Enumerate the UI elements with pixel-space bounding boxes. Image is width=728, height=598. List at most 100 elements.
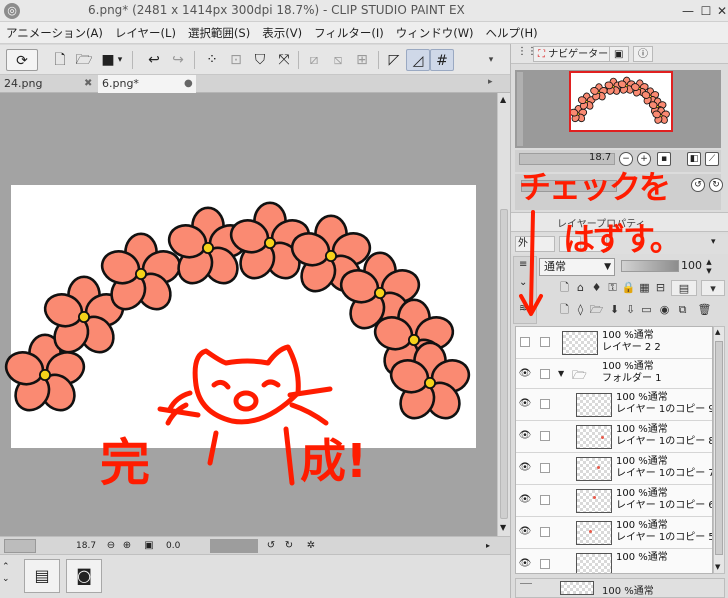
rotate-right-icon[interactable]: ↻ [709,178,723,192]
tab-info[interactable]: ⓘ [633,46,653,62]
menu-help[interactable]: ヘルプ(H) [480,25,544,41]
navigator-preview[interactable] [515,70,721,148]
scroll-down-icon[interactable]: ▼ [715,563,720,571]
canvas-vertical-scrollbar[interactable]: ▲ ▼ [497,93,510,536]
rotate-left-icon[interactable]: ↺ [264,539,278,553]
lock-alpha-icon[interactable]: ⚿ [605,280,620,296]
layer-row[interactable]: 👁 100 %通常 レイヤー 1のコピー 8 [516,421,712,453]
layer-row[interactable]: 👁 100 %通常 レイヤー 1のコピー 5 [516,517,712,549]
ruler-icon[interactable]: ◸ [382,49,406,71]
tab-close-icon[interactable]: ✖ [84,75,92,93]
menu-animation[interactable]: アニメーション(A) [0,25,109,41]
panel-menu-icon[interactable]: ▾ [711,237,716,247]
rotate-left-icon[interactable]: ↺ [691,178,705,192]
eye-icon[interactable]: 👁 [518,526,532,537]
new-folder-icon[interactable]: 🗁 [589,302,604,318]
layer-row[interactable]: 100 %通常 レイヤー 2 2 [516,327,712,359]
tabs-scroll-icon[interactable]: ▸ [488,77,500,87]
lock-layer-icon[interactable]: 🔒 [621,280,636,296]
scroll-down-icon[interactable]: ▼ [500,523,506,532]
menu-window[interactable]: ウィンドウ(W) [390,25,480,41]
redo-icon[interactable]: ↪ [166,49,190,71]
eye-icon[interactable]: 👁 [518,462,532,473]
tab-sub-view[interactable]: ▣ [609,46,629,62]
rotate-right-icon[interactable]: ↻ [282,539,296,553]
duplicate-layer-icon[interactable]: ⧉ [675,302,690,318]
layer-lock-checkbox[interactable] [540,431,550,441]
layer-visibility-checkbox[interactable] [520,337,530,347]
eye-icon[interactable]: 👁 [518,494,532,505]
mask-icon[interactable]: ▦ [637,280,652,296]
fill-icon[interactable]: ⛉ [248,49,272,71]
eye-icon[interactable]: 👁 [518,398,532,409]
rotation-slider[interactable] [210,539,258,553]
layer-lock-checkbox[interactable] [540,559,550,569]
layer-lock-checkbox[interactable] [540,495,550,505]
open-file-icon[interactable]: 🗁 [72,49,96,71]
reset-rotation-icon[interactable]: ✲ [304,539,318,553]
status-slider-left[interactable] [4,539,36,553]
layer-color-menu-icon[interactable]: ▾ [701,280,725,296]
transfer-down-icon[interactable]: ⬇ [607,302,622,318]
eye-icon[interactable]: 👁 [518,368,532,379]
clear-selection-icon[interactable]: ⁘ [200,49,224,71]
folder-row[interactable]: 👁 ▼ 🗁 100 %通常 フォルダー 1 [516,359,712,389]
draft-layer-icon[interactable]: ⌂ [573,280,588,296]
layer-lock-checkbox[interactable] [540,463,550,473]
layer-mask-create-icon[interactable]: ▭ [639,302,654,318]
eye-icon[interactable]: 👁 [518,430,532,441]
folder-expand-chevron-icon[interactable]: ▼ [558,369,564,378]
layer-row[interactable]: 👁 100 %通常 [516,549,712,573]
layer-lock-checkbox[interactable] [540,337,550,347]
navigator-view-frame[interactable] [569,71,673,132]
grid-icon[interactable]: # [430,49,454,71]
snap-grid-icon[interactable]: ⧅ [326,49,350,71]
apply-mask-icon[interactable]: ◉ [657,302,672,318]
new-vector-layer-icon[interactable]: ◊ [573,302,588,318]
zoom-in-icon[interactable]: ⊕ [120,539,134,553]
save-menu-chevron-icon[interactable]: ▾ [114,49,126,71]
fit-window-icon[interactable]: ▣ [142,539,156,553]
layer-row[interactable]: 👁 100 %通常 レイヤー 1のコピー 6 [516,485,712,517]
tab-6-png[interactable]: 6.png* ● [98,75,196,93]
clip-layer-icon[interactable]: ⊟ [653,280,668,296]
new-layer-icon[interactable]: 🗋 [557,302,572,318]
new-file-icon[interactable]: 🗋 [48,49,72,71]
transform-icon[interactable]: ⤧ [272,49,296,71]
canvas-scroll-thumb[interactable] [500,209,508,519]
minimize-icon[interactable]: — [678,0,698,22]
timeline-icon[interactable]: ▤ [24,559,60,593]
menu-filter[interactable]: フィルター(I) [308,25,390,41]
eye-icon[interactable]: 👁 [518,558,532,569]
new-raster-layer-icon[interactable]: 🗋 [557,280,572,296]
layer-lock-checkbox[interactable] [540,369,550,379]
animation-camera-icon[interactable]: ◙ [66,559,102,593]
layer-row[interactable]: 👁 100 %通常 レイヤー 1のコピー 9 [516,389,712,421]
opacity-stepper-icon[interactable]: ▲ ▼ [703,258,715,276]
combine-down-icon[interactable]: ⇩ [623,302,638,318]
layer-scroll-thumb[interactable] [715,341,723,555]
bottom-panel-collapse-icon[interactable]: ⌃ ⌄ [2,561,16,585]
layer-bottom-row[interactable]: 100 %通常 [515,578,725,598]
layer-lock-checkbox[interactable] [540,527,550,537]
clip-studio-logo-icon[interactable]: ⟳ [6,49,38,71]
scroll-up-icon[interactable]: ▲ [500,95,506,104]
menu-view[interactable]: 表示(V) [256,25,308,41]
toolbar-overflow-chevron-icon[interactable]: ▾ [484,49,498,71]
tab-24-png[interactable]: 24.png ✖ [0,75,96,93]
reference-layer-icon[interactable]: ♦ [589,280,604,296]
layer-color-icon[interactable]: ▤ [671,280,697,296]
canvas-area[interactable]: 完 成! [0,93,497,536]
snap-ruler-icon[interactable]: ⧄ [302,49,326,71]
undo-icon[interactable]: ↩ [142,49,166,71]
snap-special-ruler-icon[interactable]: ⊞ [350,49,374,71]
delete-layer-icon[interactable]: 🗑 [697,302,712,318]
navigator-scroll[interactable] [517,72,523,146]
tab-modified-icon[interactable]: ● [184,75,193,93]
zoom-out-icon[interactable]: ⊖ [104,539,118,553]
collapse-icon[interactable] [520,583,532,593]
crop-icon[interactable]: ⊡ [224,49,248,71]
guide-icon[interactable]: ◿ [406,49,430,71]
menu-selection[interactable]: 選択範囲(S) [182,25,256,41]
close-icon[interactable]: ✕ [712,0,728,22]
